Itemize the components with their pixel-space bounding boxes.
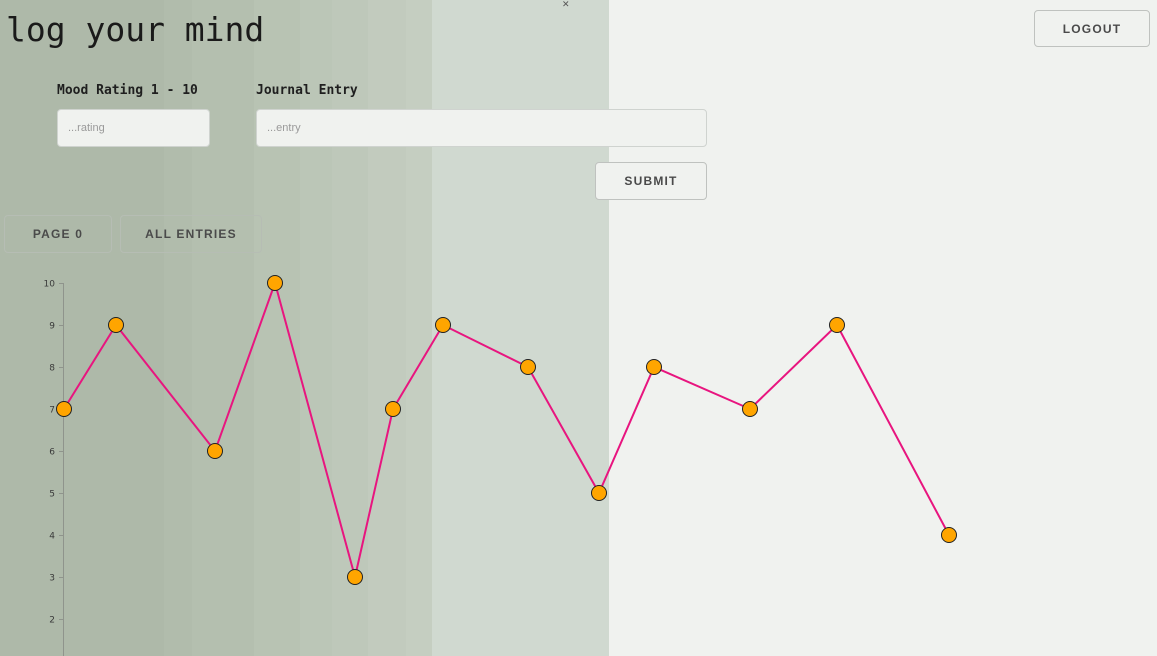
y-tick-label: 2 [49, 616, 55, 626]
mood-series-line [63, 279, 950, 578]
mood-chart: 2 3 4 5 6 7 8 9 10 [44, 275, 957, 656]
data-point[interactable] [56, 401, 72, 417]
y-tick-label: 10 [44, 280, 56, 290]
y-tick-label: 5 [49, 490, 55, 500]
data-point[interactable] [646, 359, 662, 375]
y-tick-label: 6 [49, 448, 55, 458]
data-points-group [56, 275, 957, 585]
data-point[interactable] [385, 401, 401, 417]
data-point[interactable] [941, 527, 957, 543]
data-point[interactable] [267, 275, 283, 291]
data-point[interactable] [108, 317, 124, 333]
y-tick-label: 8 [49, 364, 55, 374]
data-point[interactable] [520, 359, 536, 375]
data-point[interactable] [347, 569, 363, 585]
data-point[interactable] [742, 401, 758, 417]
y-axis-ticks: 2 3 4 5 6 7 8 9 10 [44, 280, 64, 626]
data-point[interactable] [207, 443, 223, 459]
y-tick-label: 3 [49, 574, 55, 584]
y-tick-label: 7 [49, 406, 55, 416]
y-tick-label: 9 [49, 322, 55, 332]
data-point[interactable] [435, 317, 451, 333]
series-line-group [63, 279, 950, 578]
data-point[interactable] [591, 485, 607, 501]
y-tick-label: 4 [49, 532, 55, 542]
data-point[interactable] [829, 317, 845, 333]
